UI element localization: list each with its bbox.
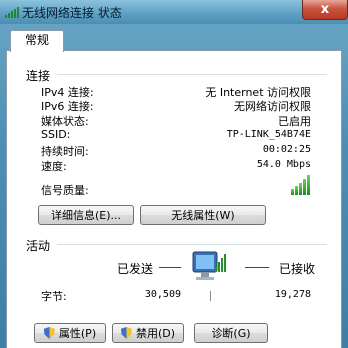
media-state-label: 媒体状态: <box>41 115 89 128</box>
sent-label: 已发送 <box>117 262 154 276</box>
duration-value: 00:02:25 <box>262 144 311 155</box>
wireless-properties-button[interactable]: 无线属性(W) <box>140 205 266 225</box>
network-computer-icon <box>187 246 233 292</box>
received-label: 已接收 <box>279 262 316 276</box>
speed-value: 54.0 Mbps <box>256 159 311 170</box>
properties-button-label: 属性(P) <box>58 327 97 340</box>
connection-section-label: 连接 <box>26 69 51 83</box>
bytes-received-value: 19,278 <box>274 289 311 300</box>
window-title: 无线网络连接 状态 <box>22 6 122 20</box>
media-state-value: 已启用 <box>278 115 311 128</box>
disable-button[interactable]: 禁用(D) <box>112 323 184 343</box>
diagnose-button[interactable]: 诊断(G) <box>194 323 268 343</box>
properties-button[interactable]: 属性(P) <box>34 323 106 343</box>
shield-icon <box>43 327 55 339</box>
bytes-separator <box>210 291 211 301</box>
close-button[interactable]: x <box>302 0 348 20</box>
duration-label: 持续时间: <box>41 145 89 158</box>
speed-label: 速度: <box>41 160 67 173</box>
received-line <box>245 267 269 268</box>
activity-divider <box>57 244 327 245</box>
ssid-value: TP-LINK_54B74E <box>226 129 311 140</box>
signal-strength-icon <box>291 175 310 195</box>
details-button[interactable]: 详细信息(E)... <box>38 205 134 225</box>
activity-section-label: 活动 <box>26 239 51 253</box>
disable-button-label: 禁用(D) <box>135 327 176 340</box>
wireless-signal-icon <box>5 4 19 18</box>
tab-general[interactable]: 常规 <box>10 30 64 52</box>
sent-line <box>159 267 181 268</box>
ssid-label: SSID: <box>41 128 71 141</box>
title-bar: 无线网络连接 状态 x <box>0 0 348 24</box>
shield-icon <box>120 327 132 339</box>
bytes-label: 字节: <box>41 290 67 303</box>
tab-strip: 常规 <box>6 28 342 52</box>
ipv6-label: IPv6 连接: <box>41 100 94 113</box>
connection-divider <box>57 74 327 75</box>
signal-quality-label: 信号质量: <box>41 184 89 197</box>
general-panel: 连接 IPv4 连接: 无 Internet 访问权限 IPv6 连接: 无网络… <box>6 50 342 348</box>
bytes-sent-value: 30,509 <box>144 289 181 300</box>
ipv6-value: 无网络访问权限 <box>234 100 311 113</box>
